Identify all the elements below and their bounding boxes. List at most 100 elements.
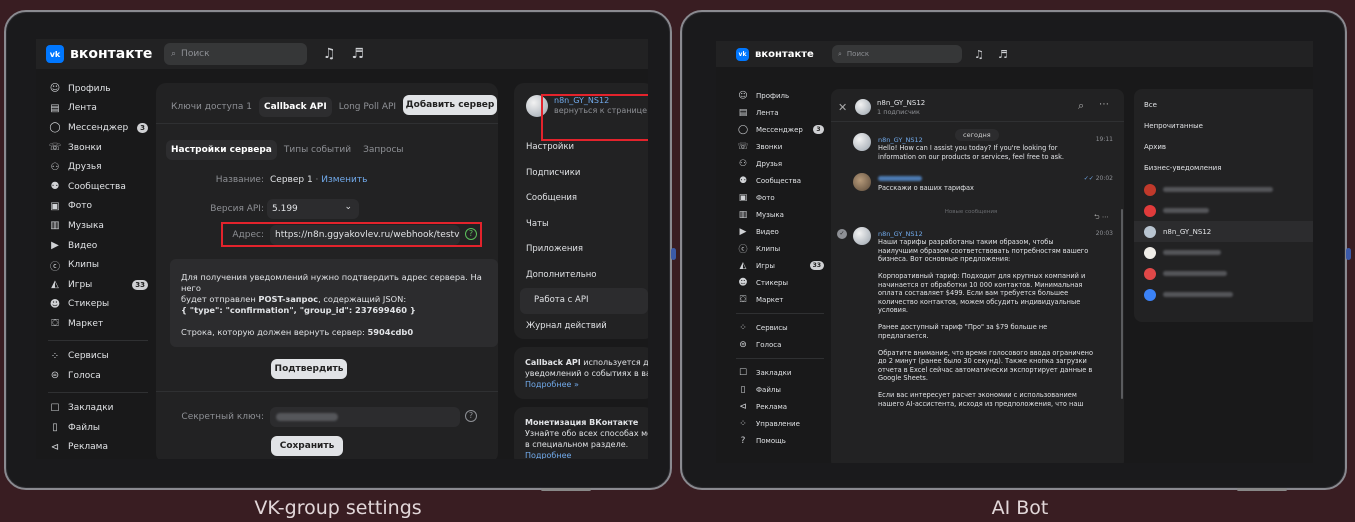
bookmark-icon: ☐ bbox=[50, 402, 60, 414]
message-author[interactable]: n8n_GY_NS12 bbox=[878, 230, 923, 238]
sidebar-item-file[interactable]: ▯ Файлы bbox=[736, 381, 824, 398]
sidebar-item-user-circle[interactable]: ☺ Профиль bbox=[48, 79, 148, 99]
sidebar-item-services[interactable]: ⁘ Сервисы bbox=[48, 346, 148, 366]
tablet-side-button bbox=[1346, 248, 1351, 260]
monetization-more-link[interactable]: Подробнее bbox=[525, 450, 643, 459]
chat-name[interactable]: n8n_GY_NS12 bbox=[877, 99, 925, 107]
folder-item[interactable]: Непрочитанные bbox=[1134, 116, 1313, 137]
reply-icon[interactable]: ⮌ ⋯ bbox=[1094, 213, 1109, 224]
sidebar-item-file[interactable]: ▯ Файлы bbox=[48, 418, 148, 438]
group-menu-item[interactable]: Чаты bbox=[520, 212, 648, 238]
secret-key-input[interactable] bbox=[270, 407, 460, 427]
vk-logo[interactable]: vk вконтакте bbox=[736, 47, 832, 61]
sidebar-item-music[interactable]: ▥ Музыка bbox=[736, 206, 824, 223]
folder-item[interactable]: Все bbox=[1134, 95, 1313, 116]
sidebar-item-services[interactable]: ⁘ Сервисы bbox=[736, 319, 824, 336]
top-bar: vk вконтакте ⌕ Поиск ♫ ♬ bbox=[36, 39, 648, 69]
chat-list-item[interactable] bbox=[1134, 284, 1313, 305]
group-menu-item[interactable]: Приложения bbox=[520, 237, 648, 263]
sidebar-item-votes[interactable]: ⊜ Голоса bbox=[736, 336, 824, 353]
sidebar-item-bookmark[interactable]: ☐ Закладки bbox=[48, 398, 148, 418]
search-icon[interactable]: ⌕ bbox=[1078, 99, 1084, 113]
confirm-button[interactable]: Подтвердить bbox=[271, 359, 347, 379]
sidebar-item-ads[interactable]: ⊲ Реклама bbox=[48, 438, 148, 458]
folder-item[interactable]: Бизнес-уведомления bbox=[1134, 158, 1313, 179]
sidebar-item-ads[interactable]: ⊲ Реклама bbox=[736, 398, 824, 415]
tab-callback-api[interactable]: Callback API bbox=[258, 97, 332, 117]
tab-long-poll-api[interactable]: Long Poll API bbox=[334, 97, 401, 117]
vk-logo[interactable]: vk вконтакте bbox=[46, 45, 156, 63]
sidebar-item-community[interactable]: ⚉ Сообщества bbox=[736, 172, 824, 189]
sidebar-item-phone[interactable]: ☏ Звонки bbox=[48, 138, 148, 158]
chat-scrollbar[interactable] bbox=[1121, 209, 1123, 399]
sidebar-item-votes[interactable]: ⊜ Голоса bbox=[48, 366, 148, 386]
sidebar-item-sticker[interactable]: ☻ Стикеры bbox=[736, 274, 824, 291]
music-note-icon[interactable]: ♬ bbox=[998, 48, 1008, 61]
add-server-button[interactable]: Добавить сервер bbox=[403, 95, 497, 115]
sidebar-item-friends[interactable]: ⚇ Друзья bbox=[48, 157, 148, 177]
sidebar-item-help[interactable]: ? Помощь bbox=[736, 432, 824, 449]
server-name-edit-link[interactable]: Изменить bbox=[321, 175, 367, 185]
sidebar-item-label: Игры bbox=[756, 261, 775, 270]
tab-access-keys[interactable]: Ключи доступа 1 bbox=[166, 97, 257, 117]
chat-list-item[interactable] bbox=[1134, 242, 1313, 263]
sidebar-item-community[interactable]: ⚉ Сообщества bbox=[48, 177, 148, 197]
sidebar-item-games[interactable]: ◭ Игры 33 bbox=[48, 275, 148, 295]
sidebar-item-user-circle[interactable]: ☺ Профиль bbox=[736, 87, 824, 104]
save-button[interactable]: Сохранить bbox=[271, 436, 343, 456]
top-bar: vk вконтакте ⌕ Поиск ♫ ♬ bbox=[716, 41, 1313, 67]
more-icon[interactable]: ⋯ bbox=[1099, 99, 1109, 110]
sidebar-item-music[interactable]: ▥ Музыка bbox=[48, 216, 148, 236]
sidebar-item-video[interactable]: ▶ Видео bbox=[48, 236, 148, 256]
chat-list-item[interactable] bbox=[1134, 179, 1313, 200]
sidebar-item-video[interactable]: ▶ Видео bbox=[736, 223, 824, 240]
tab-event-types[interactable]: Типы событий bbox=[279, 140, 356, 160]
close-icon[interactable]: ✕ bbox=[838, 101, 847, 114]
sidebar-item-label: Музыка bbox=[68, 220, 104, 231]
group-menu-item[interactable]: Работа с API bbox=[520, 288, 648, 314]
search-input[interactable]: ⌕ Поиск bbox=[832, 45, 962, 63]
sidebar-item-friends[interactable]: ⚇ Друзья bbox=[736, 155, 824, 172]
chat-list-item[interactable] bbox=[1134, 200, 1313, 221]
sidebar-item-photo[interactable]: ▣ Фото bbox=[736, 189, 824, 206]
bell-icon[interactable]: ♫ bbox=[323, 46, 336, 62]
sidebar-item-chat[interactable]: ◯ Мессенджер 3 bbox=[48, 118, 148, 138]
music-note-icon[interactable]: ♬ bbox=[352, 46, 365, 62]
group-menu-item[interactable]: Подписчики bbox=[520, 161, 648, 187]
chat-list-item[interactable]: n8n_GY_NS12 bbox=[1134, 221, 1313, 242]
sidebar-item-manage[interactable]: ⁘Управление bbox=[48, 457, 148, 459]
secret-key-label: Секретный ключ: bbox=[181, 412, 264, 422]
tab-requests[interactable]: Запросы bbox=[358, 140, 408, 160]
search-input[interactable]: ⌕ Поиск bbox=[164, 43, 307, 65]
sidebar-item-photo[interactable]: ▣ Фото bbox=[48, 197, 148, 217]
sidebar-item-clips[interactable]: ⓒ Клипы bbox=[736, 240, 824, 257]
checkmark-icon[interactable]: ✓ bbox=[837, 229, 847, 239]
sidebar-item-market[interactable]: ⛋ Маркет bbox=[48, 314, 148, 334]
user-circle-icon: ☺ bbox=[49, 83, 61, 95]
tab-server-settings[interactable]: Настройки сервера bbox=[166, 140, 277, 160]
group-menu-item[interactable]: Журнал действий bbox=[520, 314, 648, 340]
chat-icon: ◯ bbox=[49, 122, 61, 134]
sidebar-item-sticker[interactable]: ☻ Стикеры bbox=[48, 295, 148, 315]
sidebar-item-manage[interactable]: ⁘Управление bbox=[736, 415, 824, 432]
message-author[interactable]: n8n_GY_NS12 bbox=[878, 136, 923, 144]
chat-list-item[interactable] bbox=[1134, 263, 1313, 284]
callback-more-link[interactable]: Подробнее » bbox=[525, 379, 643, 390]
api-version-label: Версия API: bbox=[210, 204, 264, 214]
api-version-select[interactable]: 5.199 ⌄ bbox=[267, 199, 359, 219]
sidebar-item-feed[interactable]: ▤ Лента bbox=[736, 104, 824, 121]
group-menu-item[interactable]: Дополнительно bbox=[520, 263, 648, 289]
sidebar-item-games[interactable]: ◭ Игры 33 bbox=[736, 257, 824, 274]
folder-item[interactable]: Архив bbox=[1134, 137, 1313, 158]
sidebar-item-bookmark[interactable]: ☐ Закладки bbox=[736, 364, 824, 381]
sidebar-nav: ☺ Профиль ▤ Лента ◯ Мессенджер 3 ☏ Звонки ⚇ Друзья… bbox=[48, 79, 148, 459]
sidebar-item-chat[interactable]: ◯ Мессенджер 3 bbox=[736, 121, 824, 138]
server-name-separator: · bbox=[312, 175, 322, 185]
bell-icon[interactable]: ♫ bbox=[974, 48, 984, 61]
sidebar-item-market[interactable]: ⛋ Маркет bbox=[736, 291, 824, 308]
group-menu-item[interactable]: Сообщения bbox=[520, 186, 648, 212]
sidebar-item-phone[interactable]: ☏ Звонки bbox=[736, 138, 824, 155]
sidebar-item-feed[interactable]: ▤ Лента bbox=[48, 99, 148, 119]
sidebar-item-clips[interactable]: ⓒ Клипы bbox=[48, 255, 148, 275]
help-circle-icon[interactable]: ? bbox=[465, 410, 477, 422]
